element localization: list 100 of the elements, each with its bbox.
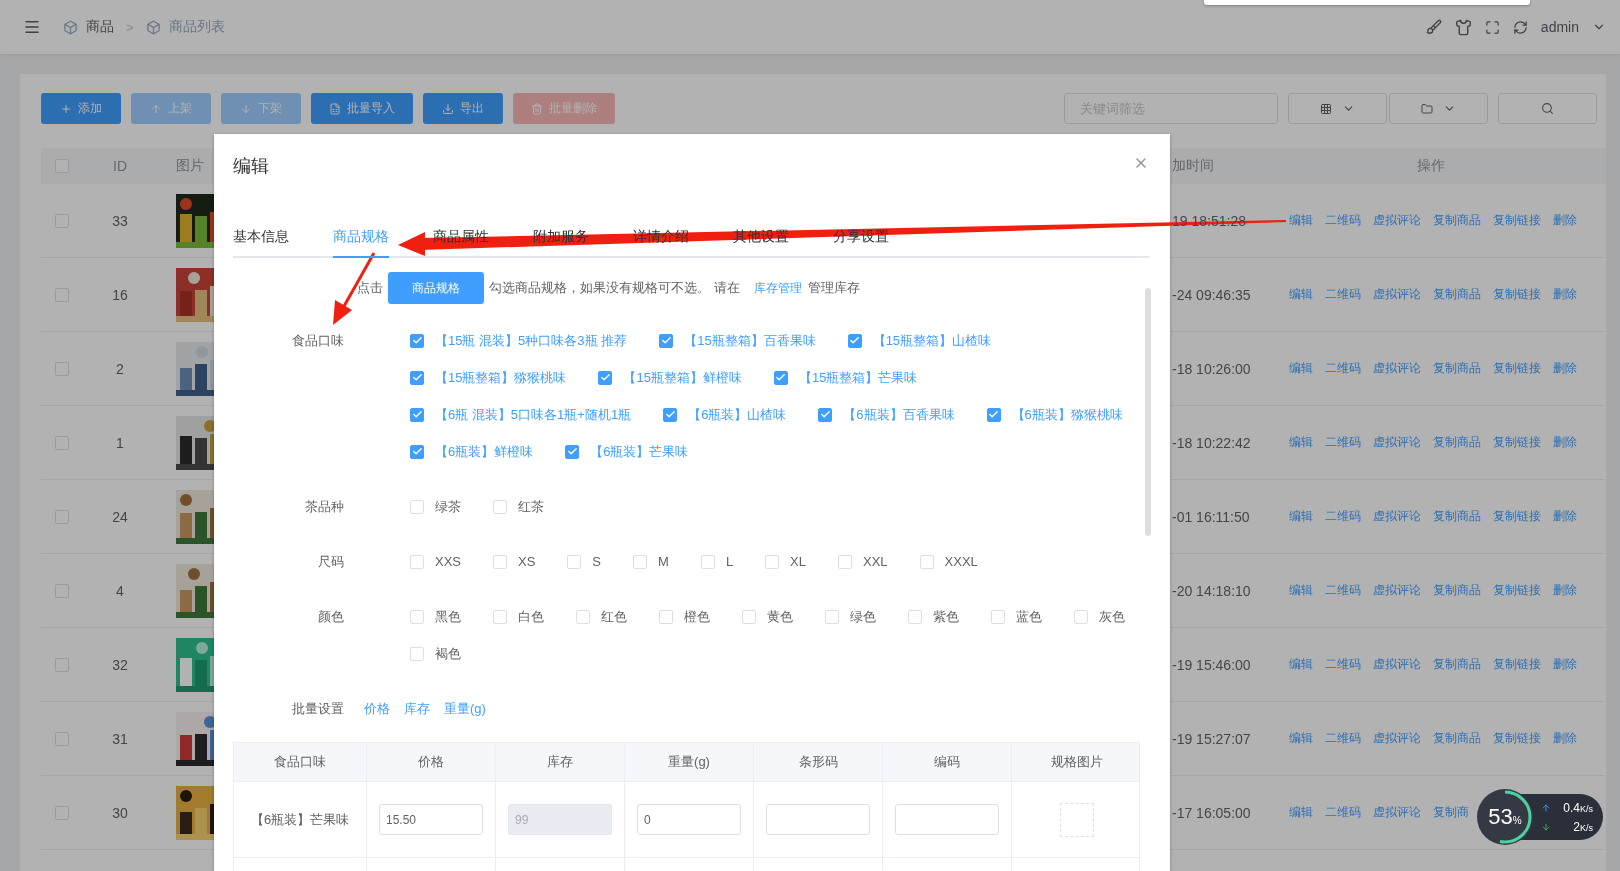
input-field[interactable]	[895, 804, 999, 835]
input-field[interactable]: 15.50	[379, 804, 483, 835]
action-link[interactable]: 二维码	[1325, 656, 1361, 673]
image-upload-slot[interactable]	[1059, 802, 1094, 837]
action-link[interactable]: 虚拟评论	[1373, 582, 1421, 599]
option-label[interactable]: 绿茶	[435, 497, 461, 516]
checkbox[interactable]	[410, 407, 424, 422]
action-link[interactable]: 编辑	[1289, 730, 1313, 747]
fullscreen-icon[interactable]	[1484, 19, 1500, 35]
option-label[interactable]: 【6瓶装】山楂味	[688, 405, 787, 424]
tab[interactable]: 详情介绍	[633, 216, 689, 258]
action-link[interactable]: 虚拟评论	[1373, 730, 1421, 747]
option-label[interactable]: 黑色	[435, 607, 461, 626]
spec-button[interactable]: 商品规格	[388, 272, 484, 304]
action-link[interactable]: 二维码	[1325, 582, 1361, 599]
checkbox[interactable]	[410, 444, 424, 459]
action-link[interactable]: 复制商品	[1433, 360, 1481, 377]
toolbar-button[interactable]: 添加	[41, 93, 121, 124]
action-link[interactable]: 复制商品	[1433, 508, 1481, 525]
action-link[interactable]: 删除	[1553, 582, 1577, 599]
action-link[interactable]: 删除	[1553, 730, 1577, 747]
checkbox[interactable]	[986, 407, 1001, 422]
input-field[interactable]: 0	[637, 804, 741, 835]
scrollbar[interactable]	[1145, 288, 1151, 536]
action-link[interactable]: 复制商品	[1433, 656, 1481, 673]
option-label[interactable]: 红色	[601, 607, 627, 626]
shirt-icon[interactable]	[1454, 18, 1472, 36]
option-label[interactable]: 蓝色	[1016, 607, 1042, 626]
grid-dropdown[interactable]	[1288, 93, 1387, 124]
toolbar-button[interactable]: 导出	[423, 93, 503, 124]
action-link[interactable]: 虚拟评论	[1373, 434, 1421, 451]
tab[interactable]: 商品规格	[333, 216, 389, 258]
option-label[interactable]: 【15瓶整箱】芒果味	[798, 368, 918, 387]
option-label[interactable]: 【6瓶装】猕猴桃味	[1011, 405, 1123, 424]
action-link[interactable]: 删除	[1553, 434, 1577, 451]
action-link[interactable]: 复制链接	[1493, 434, 1541, 451]
checkbox[interactable]	[773, 370, 788, 385]
action-link[interactable]: 复制商	[1433, 804, 1469, 821]
action-link[interactable]: 复制链接	[1493, 286, 1541, 303]
option-label[interactable]: M	[658, 554, 669, 569]
option-label[interactable]: XS	[518, 554, 536, 569]
action-link[interactable]: 复制链接	[1493, 360, 1541, 377]
action-link[interactable]: 虚拟评论	[1373, 508, 1421, 525]
option-label[interactable]: 【6瓶 混装】5口味各1瓶+随机1瓶	[435, 405, 632, 424]
action-link[interactable]: 二维码	[1325, 286, 1361, 303]
checkbox[interactable]	[410, 370, 424, 385]
action-link[interactable]: 复制链接	[1493, 582, 1541, 599]
option-label[interactable]: 【15瓶整箱】山楂味	[872, 331, 992, 350]
checkbox[interactable]	[659, 333, 674, 348]
action-link[interactable]: 编辑	[1289, 286, 1313, 303]
batch-link[interactable]: 库存	[404, 690, 430, 727]
option-label[interactable]: 【15瓶整箱】百香果味	[684, 331, 816, 350]
action-link[interactable]: 编辑	[1289, 360, 1313, 377]
checkbox[interactable]	[847, 333, 862, 348]
breadcrumb-item[interactable]: 商品	[86, 18, 114, 36]
search-button[interactable]	[1498, 93, 1597, 124]
action-link[interactable]: 虚拟评论	[1373, 360, 1421, 377]
option-label[interactable]: 【6瓶装】芒果味	[590, 442, 689, 461]
option-label[interactable]: 绿色	[850, 607, 876, 626]
option-label[interactable]: 白色	[518, 607, 544, 626]
input-field[interactable]	[766, 804, 870, 835]
breadcrumb-item[interactable]: 商品列表	[168, 18, 225, 36]
action-link[interactable]: 编辑	[1289, 582, 1313, 599]
option-label[interactable]: XXL	[863, 554, 888, 569]
action-link[interactable]: 复制商品	[1433, 286, 1481, 303]
refresh-icon[interactable]	[1512, 19, 1528, 35]
inventory-link[interactable]: 库存管理	[753, 279, 802, 297]
batch-link[interactable]: 重量(g)	[444, 690, 486, 727]
action-link[interactable]: 二维码	[1325, 730, 1361, 747]
action-link[interactable]: 编辑	[1289, 434, 1313, 451]
folder-dropdown[interactable]	[1389, 93, 1488, 124]
option-label[interactable]: 【15瓶 混装】5种口味各3瓶 推荐	[435, 331, 628, 350]
user-name[interactable]: admin	[1540, 19, 1579, 35]
action-link[interactable]: 复制链接	[1493, 656, 1541, 673]
option-label[interactable]: 红茶	[518, 497, 544, 516]
option-label[interactable]: 黄色	[767, 607, 793, 626]
checkbox[interactable]	[598, 370, 613, 385]
menu-icon[interactable]	[23, 18, 41, 36]
checkbox[interactable]	[818, 407, 833, 422]
action-link[interactable]: 编辑	[1289, 804, 1313, 821]
option-label[interactable]: 橙色	[684, 607, 710, 626]
option-label[interactable]: S	[592, 554, 602, 569]
action-link[interactable]: 虚拟评论	[1373, 804, 1421, 821]
option-label[interactable]: 【15瓶整箱】猕猴桃味	[435, 368, 567, 387]
option-label[interactable]: XL	[790, 554, 806, 569]
option-label[interactable]: 【15瓶整箱】鲜橙味	[623, 368, 742, 387]
action-link[interactable]: 编辑	[1289, 212, 1313, 229]
action-link[interactable]: 二维码	[1325, 212, 1361, 229]
action-link[interactable]: 虚拟评论	[1373, 212, 1421, 229]
checkbox[interactable]	[663, 407, 678, 422]
action-link[interactable]: 复制商品	[1433, 434, 1481, 451]
action-link[interactable]: 复制链接	[1493, 212, 1541, 229]
action-link[interactable]: 编辑	[1289, 656, 1313, 673]
action-link[interactable]: 二维码	[1325, 434, 1361, 451]
checkbox[interactable]	[565, 444, 580, 459]
option-label[interactable]: XXS	[435, 554, 461, 569]
action-link[interactable]: 删除	[1553, 508, 1577, 525]
tab[interactable]: 基本信息	[233, 216, 289, 258]
action-link[interactable]: 二维码	[1325, 508, 1361, 525]
action-link[interactable]: 编辑	[1289, 508, 1313, 525]
